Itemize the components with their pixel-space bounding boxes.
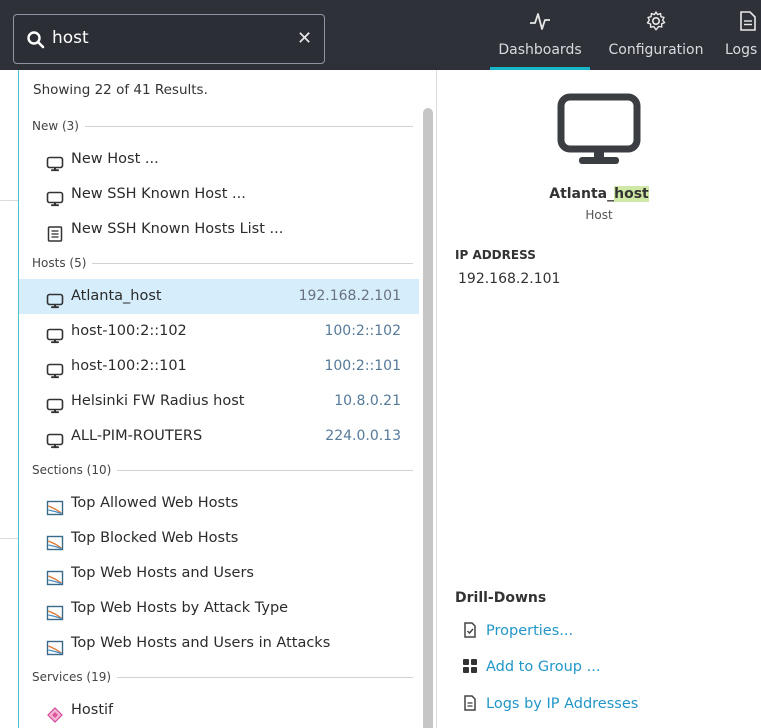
result-item[interactable]: New Host ... — [19, 142, 419, 177]
logs-by-ip-link[interactable]: Logs by IP Addresses — [462, 695, 638, 712]
result-item-address: 100:2::101 — [324, 358, 401, 374]
result-item-label: Top Web Hosts by Attack Type — [71, 600, 289, 616]
result-item-address: 192.168.2.101 — [298, 288, 401, 304]
monitor-icon — [46, 393, 64, 414]
scrollbar[interactable] — [423, 108, 433, 728]
drill-downs-title: Drill-Downs — [455, 590, 547, 606]
host-name-prefix: Atlanta_ — [549, 186, 615, 202]
result-item-address: 10.8.0.21 — [334, 393, 401, 409]
result-item-label: ALL-PIM-ROUTERS — [71, 428, 203, 444]
monitor-icon — [46, 323, 64, 344]
result-item[interactable]: Top Web Hosts and Users in Attacks — [19, 626, 419, 661]
group-header: Services (19) — [19, 661, 419, 693]
search-results-dropdown: Showing 22 of 41 Results. New (3) New Hos… — [18, 70, 437, 728]
grid-icon — [463, 659, 477, 673]
gear-icon — [646, 11, 666, 31]
results-summary: Showing 22 of 41 Results. — [33, 82, 208, 98]
result-item[interactable]: Top Web Hosts and Users — [19, 556, 419, 591]
result-item[interactable]: Atlanta_host 192.168.2.101 — [19, 279, 419, 314]
group-header: Hosts (5) — [19, 247, 419, 279]
monitor-icon — [46, 151, 64, 172]
result-item-label: Hostif — [71, 702, 114, 718]
group-header-label: Hosts (5) — [32, 256, 87, 270]
chart-icon — [46, 530, 64, 551]
result-item-label: New SSH Known Host ... — [71, 186, 246, 202]
scrollbar-thumb[interactable] — [423, 108, 433, 728]
monitor-icon — [46, 288, 64, 309]
result-item-label: Top Web Hosts and Users — [71, 565, 254, 581]
result-item[interactable]: Hostif — [19, 693, 419, 728]
result-item[interactable]: New SSH Known Hosts List ... — [19, 212, 419, 247]
result-item-label: Top Web Hosts and Users in Attacks — [71, 635, 331, 651]
close-icon[interactable]: ✕ — [297, 29, 312, 49]
background-divider — [0, 538, 18, 539]
list-icon — [46, 221, 64, 242]
group-header: New (3) — [19, 110, 419, 142]
group-header-label: Services (19) — [32, 670, 112, 684]
result-item-label: New SSH Known Hosts List ... — [71, 221, 284, 237]
result-item[interactable]: Top Blocked Web Hosts — [19, 521, 419, 556]
group-divider — [117, 470, 413, 471]
chart-icon — [46, 635, 64, 656]
result-item-address: 224.0.0.13 — [325, 428, 401, 444]
nav-logs-label: Logs — [725, 42, 758, 58]
result-item-label: host-100:2::101 — [71, 358, 187, 374]
add-to-group-link-label: Add to Group ... — [486, 659, 601, 675]
result-item[interactable]: Top Allowed Web Hosts — [19, 486, 419, 521]
result-item[interactable]: ALL-PIM-ROUTERS 224.0.0.13 — [19, 419, 419, 454]
result-item-address: 100:2::102 — [324, 323, 401, 339]
search-input[interactable]: host — [52, 28, 89, 48]
group-divider — [85, 126, 413, 127]
detail-host-name: Atlanta_host — [437, 186, 761, 202]
document-icon — [740, 11, 756, 31]
result-item-label: Top Blocked Web Hosts — [71, 530, 239, 546]
detail-host-type: Host — [585, 208, 613, 222]
nav-configuration-label: Configuration — [608, 42, 704, 58]
add-to-group-link[interactable]: Add to Group ... — [462, 658, 600, 675]
result-item-label: New Host ... — [71, 151, 159, 167]
group-header-label: New (3) — [32, 119, 79, 133]
result-item[interactable]: New SSH Known Host ... — [19, 177, 419, 212]
properties-link[interactable]: Properties... — [462, 622, 573, 639]
result-item[interactable]: host-100:2::101 100:2::101 — [19, 349, 419, 384]
background-divider — [0, 200, 18, 201]
properties-icon — [464, 622, 476, 638]
chart-icon — [46, 495, 64, 516]
host-name-highlight: host — [614, 186, 649, 202]
group-divider — [92, 263, 413, 264]
document-icon — [464, 695, 476, 711]
nav-dashboards-label: Dashboards — [498, 42, 582, 58]
nav-configuration[interactable]: Configuration — [600, 0, 712, 70]
search-icon — [27, 31, 45, 49]
result-item[interactable]: Helsinki FW Radius host 10.8.0.21 — [19, 384, 419, 419]
result-item-label: host-100:2::102 — [71, 323, 187, 339]
pulse-icon — [530, 13, 550, 30]
result-item-label: Atlanta_host — [71, 288, 162, 304]
diamond-icon — [46, 702, 64, 723]
chart-icon — [46, 565, 64, 586]
monitor-icon — [46, 358, 64, 379]
result-item-label: Top Allowed Web Hosts — [71, 495, 239, 511]
nav-dashboards[interactable]: Dashboards — [490, 0, 590, 70]
group-header: Sections (10) — [19, 454, 419, 486]
monitor-icon — [46, 186, 64, 207]
result-item[interactable]: host-100:2::102 100:2::102 — [19, 314, 419, 349]
logs-by-ip-link-label: Logs by IP Addresses — [486, 696, 639, 712]
group-header-label: Sections (10) — [32, 463, 112, 477]
result-item-label: Helsinki FW Radius host — [71, 393, 245, 409]
chart-icon — [46, 600, 64, 621]
properties-link-label: Properties... — [486, 623, 574, 639]
result-item[interactable]: Top Web Hosts by Attack Type — [19, 591, 419, 626]
ip-address-title: IP ADDRESS — [455, 248, 536, 262]
search-box[interactable]: host ✕ — [13, 14, 325, 64]
top-bar: host ✕ Dashboards Configuration Logs — [0, 0, 761, 70]
group-divider — [117, 677, 413, 678]
results-list: New (3) New Host ... New SSH Known Host ..… — [19, 110, 419, 728]
monitor-icon — [557, 93, 641, 164]
monitor-icon — [46, 428, 64, 449]
nav-logs[interactable]: Logs — [720, 0, 761, 70]
ip-address-value: 192.168.2.101 — [458, 271, 561, 287]
